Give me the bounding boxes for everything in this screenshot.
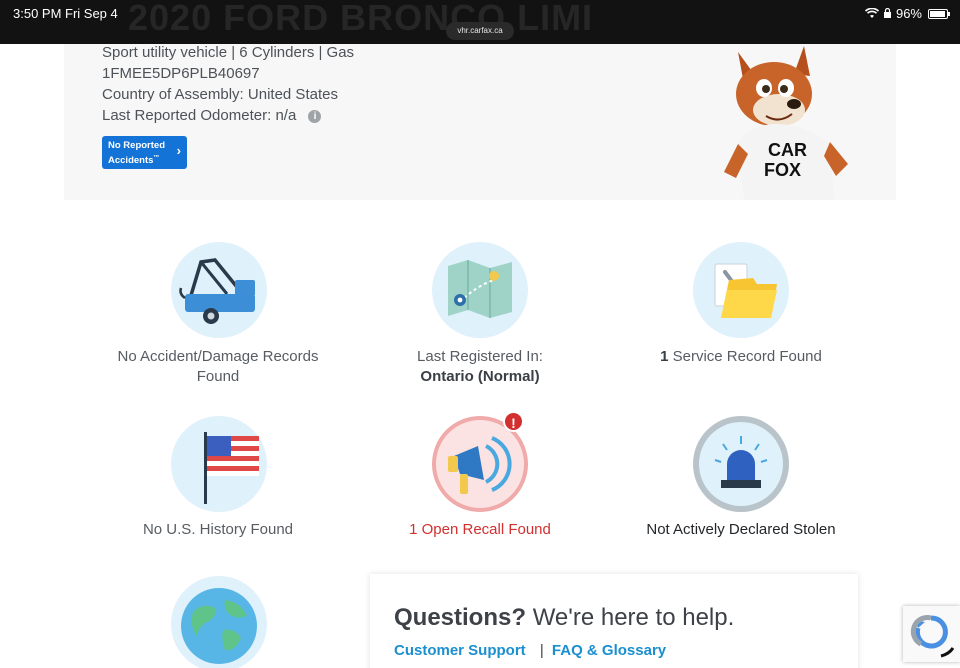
- battery-percent: 96%: [895, 6, 922, 21]
- accident-btn-line2: Accidents: [108, 155, 154, 167]
- customer-support-link[interactable]: Customer Support: [394, 642, 526, 659]
- service-records-label: 1 Service Record Found: [611, 347, 871, 367]
- vehicle-summary-panel: Sport utility vehicle | 6 Cylinders | Ga…: [64, 44, 896, 200]
- faq-glossary-link[interactable]: FAQ & Glossary: [552, 642, 666, 659]
- odometer-value: n/a: [275, 107, 297, 124]
- mascot-shirt-line1: CAR: [768, 140, 807, 160]
- status-indicators: 96%: [864, 6, 950, 21]
- status-date: Fri Sep 4: [65, 6, 118, 21]
- stolen-status-label: Not Actively Declared Stolen: [646, 521, 836, 538]
- chevron-right-icon: ›: [176, 143, 181, 158]
- help-heading: Questions? We're here to help.: [394, 604, 734, 632]
- police-siren-icon: [693, 416, 789, 512]
- assembly-value: United States: [247, 86, 338, 103]
- us-history-label: No U.S. History Found: [142, 521, 294, 538]
- mascot-shirt-line2: FOX: [764, 160, 801, 180]
- wifi-icon: [864, 8, 879, 18]
- vehicle-vin: 1FMEE5DP6PLB40697: [102, 65, 260, 82]
- accident-tow-truck-icon: [171, 242, 267, 338]
- url-bar[interactable]: vhr.carfax.ca: [446, 22, 514, 40]
- accident-btn-line1: No Reported: [108, 140, 165, 151]
- battery-icon: [928, 8, 950, 19]
- status-bar: 2020 FORD BRONCO LIMI 3:50 PM Fri Sep 4 …: [0, 0, 960, 44]
- service-folder-icon: [693, 242, 789, 338]
- status-time: 3:50 PM: [13, 6, 62, 21]
- odometer-label: Last Reported Odometer:: [102, 107, 272, 124]
- odometer-row: Last Reported Odometer: n/a i: [102, 107, 322, 124]
- vehicle-specs: Sport utility vehicle | 6 Cylinders | Ga…: [102, 44, 355, 61]
- lock-rotation-icon: [883, 8, 891, 18]
- link-separator: |: [539, 642, 544, 659]
- service-text: Service Record Found: [672, 348, 822, 365]
- recall-alert-badge: !: [503, 411, 524, 432]
- service-count: 1: [660, 348, 669, 365]
- globe-icon: [171, 576, 267, 668]
- help-links: Customer Support | FAQ & Glossary: [394, 642, 666, 659]
- registration-location: Ontario (Normal): [420, 368, 540, 385]
- help-panel: Questions? We're here to help. Customer …: [370, 574, 858, 668]
- trademark-mark: ™: [153, 155, 160, 161]
- vehicle-title-obscured: 2020 FORD BRONCO LIMI: [128, 0, 594, 38]
- info-icon[interactable]: i: [308, 110, 322, 123]
- assembly-row: Country of Assembly: United States: [102, 86, 338, 103]
- accident-records-line1: No Accident/Damage Records: [117, 348, 319, 365]
- registration-label: Last Registered In: Ontario (Normal): [350, 347, 610, 387]
- carfox-mascot-image: CAR FOX: [724, 46, 848, 200]
- help-heading-rest: We're here to help.: [532, 604, 735, 631]
- us-flag-icon: [171, 416, 267, 512]
- no-reported-accidents-button[interactable]: No Reported Accidents™ ›: [102, 136, 187, 169]
- map-icon: [432, 242, 528, 338]
- recaptcha-icon: [910, 615, 955, 658]
- registration-line1: Last Registered In:: [417, 348, 543, 365]
- accident-records-line2: Found: [196, 368, 240, 385]
- recaptcha-badge[interactable]: [903, 606, 960, 662]
- assembly-label: Country of Assembly:: [102, 86, 244, 103]
- help-heading-bold: Questions?: [394, 604, 527, 631]
- accident-records-label: No Accident/Damage Records Found: [88, 347, 348, 387]
- open-recall-label[interactable]: 1 Open Recall Found: [350, 520, 610, 540]
